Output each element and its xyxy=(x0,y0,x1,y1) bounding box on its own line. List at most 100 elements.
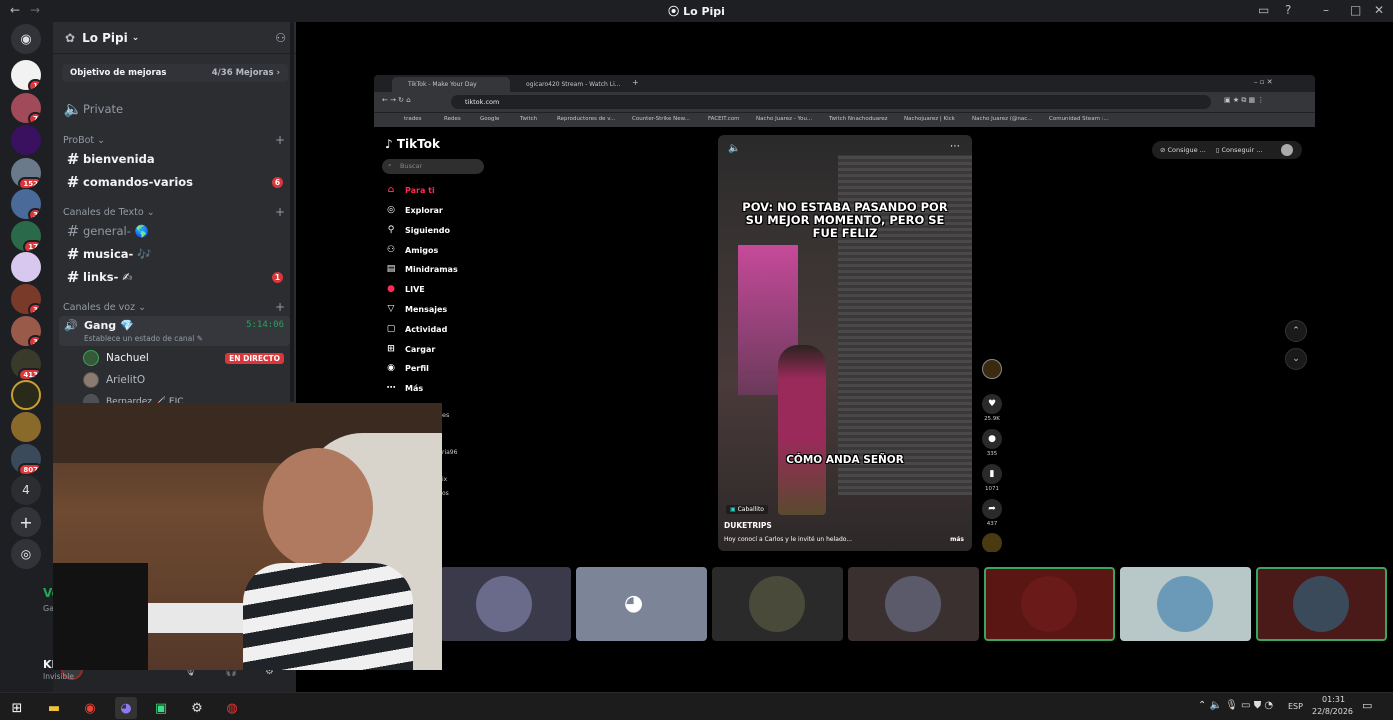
server-icon[interactable]: 7 xyxy=(11,93,41,123)
participant-tile[interactable] xyxy=(712,567,843,641)
avatar[interactable] xyxy=(1280,144,1293,156)
voice-channel-gang[interactable]: 🔊 Gang 💎 5:14:06 Establece un estado de … xyxy=(59,316,290,346)
add-server-icon[interactable]: + xyxy=(11,507,41,537)
clock-date[interactable]: 22/8/2026 xyxy=(1312,707,1353,716)
channel-links[interactable]: # links- ✍ 1 xyxy=(63,267,289,287)
tiktok-video-player[interactable]: 🔈 ⋯ POV: NO ESTABA PASANDO POR SU MEJOR … xyxy=(718,135,972,551)
tiktok-nav-perfil[interactable]: ◉ Perfil xyxy=(385,363,429,373)
tiktok-nav-cargar[interactable]: ⊞ Cargar xyxy=(385,344,435,354)
bookmark[interactable]: Redes xyxy=(444,116,461,122)
share-action[interactable]: ➦ 437 xyxy=(982,499,1002,527)
server-icon[interactable]: 807 xyxy=(11,444,41,474)
browser-tab[interactable]: TikTok - Make Your Day xyxy=(392,77,510,92)
voice-user[interactable]: ArielitO xyxy=(83,371,145,389)
discord-home-icon[interactable]: ◉ xyxy=(11,24,41,54)
bookmark[interactable]: Twitch xyxy=(520,116,537,122)
channel-general[interactable]: # general- 🌎 xyxy=(63,221,289,241)
streamed-browser-window[interactable]: TikTok - Make Your Day ogicaro420 Stream… xyxy=(374,75,1315,552)
minimize-icon[interactable]: – xyxy=(1323,3,1329,17)
language-indicator[interactable]: ESP xyxy=(1288,702,1303,711)
participant-tile-speaking[interactable] xyxy=(1256,567,1387,641)
maximize-icon[interactable]: □ xyxy=(1350,3,1361,17)
boost-goal-bar[interactable]: Objetivo de mejoras 4/36 Mejoras › xyxy=(62,64,288,82)
participant-tile[interactable]: ◕ xyxy=(576,567,707,641)
like-action[interactable]: ♥ 25.9K xyxy=(982,394,1002,422)
server-icon[interactable] xyxy=(11,380,41,410)
clock-time[interactable]: 01:31 xyxy=(1322,695,1345,704)
category-probot[interactable]: ProBot ⌄ + xyxy=(63,133,285,147)
bookmark[interactable]: Reproductores de v... xyxy=(557,116,615,122)
video-tag[interactable]: ▣ Caballito xyxy=(726,505,768,514)
windows-start-icon[interactable]: ⊞ xyxy=(6,697,28,719)
discover-icon[interactable]: ◎ xyxy=(11,539,41,569)
music-disc[interactable] xyxy=(982,533,1002,552)
tiktok-nav-explorar[interactable]: ◎ Explorar xyxy=(385,205,443,215)
bookmark[interactable]: Nacho Juarez - You... xyxy=(756,116,812,122)
category-texto[interactable]: Canales de Texto ⌄ + xyxy=(63,205,285,219)
server-icon[interactable] xyxy=(11,412,41,442)
inbox-icon[interactable]: ▭ xyxy=(1258,3,1269,17)
more-link[interactable]: más xyxy=(950,536,964,543)
tiktok-nav-actividad[interactable]: ▢ Actividad xyxy=(385,324,448,334)
server-icon[interactable] xyxy=(11,252,41,282)
tiktok-nav-mensajes[interactable]: ▽ Mensajes xyxy=(385,304,448,314)
server-icon[interactable]: 413 xyxy=(11,349,41,379)
get-app-button[interactable]: ▯ Conseguir ... xyxy=(1216,146,1263,154)
close-icon[interactable]: ✕ xyxy=(1374,3,1384,17)
add-member-icon[interactable]: ⚇ xyxy=(275,31,286,45)
webcam-overlay[interactable] xyxy=(53,403,442,670)
tiktok-nav-para-ti[interactable]: ⌂ Para ti xyxy=(385,185,435,195)
app-icon[interactable]: ◍ xyxy=(221,697,243,719)
new-tab-icon[interactable]: + xyxy=(632,78,639,87)
channel-status-hint[interactable]: Establece un estado de canal ✎ xyxy=(84,334,203,343)
notifications-icon[interactable]: ▭ xyxy=(1362,699,1372,712)
participant-tile[interactable] xyxy=(1120,567,1251,641)
scroll-down-button[interactable]: ⌄ xyxy=(1285,348,1307,370)
more-options-icon[interactable]: ⋯ xyxy=(950,141,960,152)
bookmark[interactable]: Counter-Strike New... xyxy=(632,116,690,122)
android-app-icon[interactable]: ▣ xyxy=(150,697,172,719)
browser-tab[interactable]: ogicaro420 Stream - Watch Li... xyxy=(510,77,626,92)
channel-bienvenida[interactable]: # bienvenida xyxy=(63,149,289,169)
tiktok-nav-minidramas[interactable]: ▤ Minidramas xyxy=(385,264,458,274)
bookmark[interactable]: Nachojuarez | Kick xyxy=(904,116,955,122)
author-avatar[interactable] xyxy=(982,359,1002,381)
participant-tile[interactable] xyxy=(440,567,571,641)
nav-arrows-icon[interactable]: ← → ↻ ⌂ xyxy=(382,96,411,104)
bookmark[interactable]: Comunidad Steam :... xyxy=(1049,116,1109,122)
scroll-up-button[interactable]: ⌃ xyxy=(1285,320,1307,342)
bookmark[interactable]: trades xyxy=(404,116,422,122)
channel-scrollbar[interactable] xyxy=(290,22,294,402)
bookmark[interactable]: Twitch Nnachoduarez xyxy=(829,116,888,122)
add-channel-icon[interactable]: + xyxy=(275,300,285,314)
participant-tile[interactable] xyxy=(848,567,979,641)
bookmark[interactable]: Google xyxy=(480,116,499,122)
window-controls[interactable]: – ▫ ✕ xyxy=(1254,78,1273,86)
file-explorer-icon[interactable]: ▬ xyxy=(43,697,65,719)
tiktok-nav-amigos[interactable]: ⚇ Amigos xyxy=(385,245,438,255)
participant-tile-speaking[interactable] xyxy=(984,567,1115,641)
extensions-icon[interactable]: ▣ ★ ⧉ ▦ ⋮ xyxy=(1224,96,1264,105)
server-icon[interactable]: 3 xyxy=(11,189,41,219)
tiktok-logo[interactable]: ♪ TikTok xyxy=(385,137,440,151)
get-coins-button[interactable]: ⊘ Consigue ... xyxy=(1160,146,1206,154)
tiktok-nav-siguiendo[interactable]: ⚲ Siguiendo xyxy=(385,225,450,235)
channel-comandos-varios[interactable]: # comandos-varios 6 xyxy=(63,172,289,192)
tiktok-search-input[interactable]: ⌕ Buscar xyxy=(382,159,484,174)
add-channel-icon[interactable]: + xyxy=(275,133,285,147)
voice-user[interactable]: Nachuel EN DIRECTO xyxy=(83,349,290,367)
video-author[interactable]: DUKETRIPS xyxy=(724,521,772,530)
tiktok-nav-mas[interactable]: ⋯ Más xyxy=(385,383,424,393)
bookmark[interactable]: FACEIT.com xyxy=(708,116,739,122)
server-icon[interactable]: 1 xyxy=(11,60,41,90)
discord-taskbar-icon[interactable]: ◕ xyxy=(115,697,137,719)
tiktok-nav-live[interactable]: ● LIVE xyxy=(385,284,425,294)
volume-icon[interactable]: 🔈 xyxy=(728,143,740,154)
channel-musica[interactable]: # musica- 🎶 xyxy=(63,244,289,264)
server-folder[interactable]: 4 xyxy=(11,475,41,505)
channel-private[interactable]: 🔈 Private xyxy=(63,99,289,119)
server-header[interactable]: ✿ Lo Pipi ⌄ ⚇ xyxy=(53,22,296,54)
server-icon[interactable]: 3 xyxy=(11,316,41,346)
server-icon[interactable]: 3 xyxy=(11,284,41,314)
server-icon[interactable]: 152 xyxy=(11,158,41,188)
